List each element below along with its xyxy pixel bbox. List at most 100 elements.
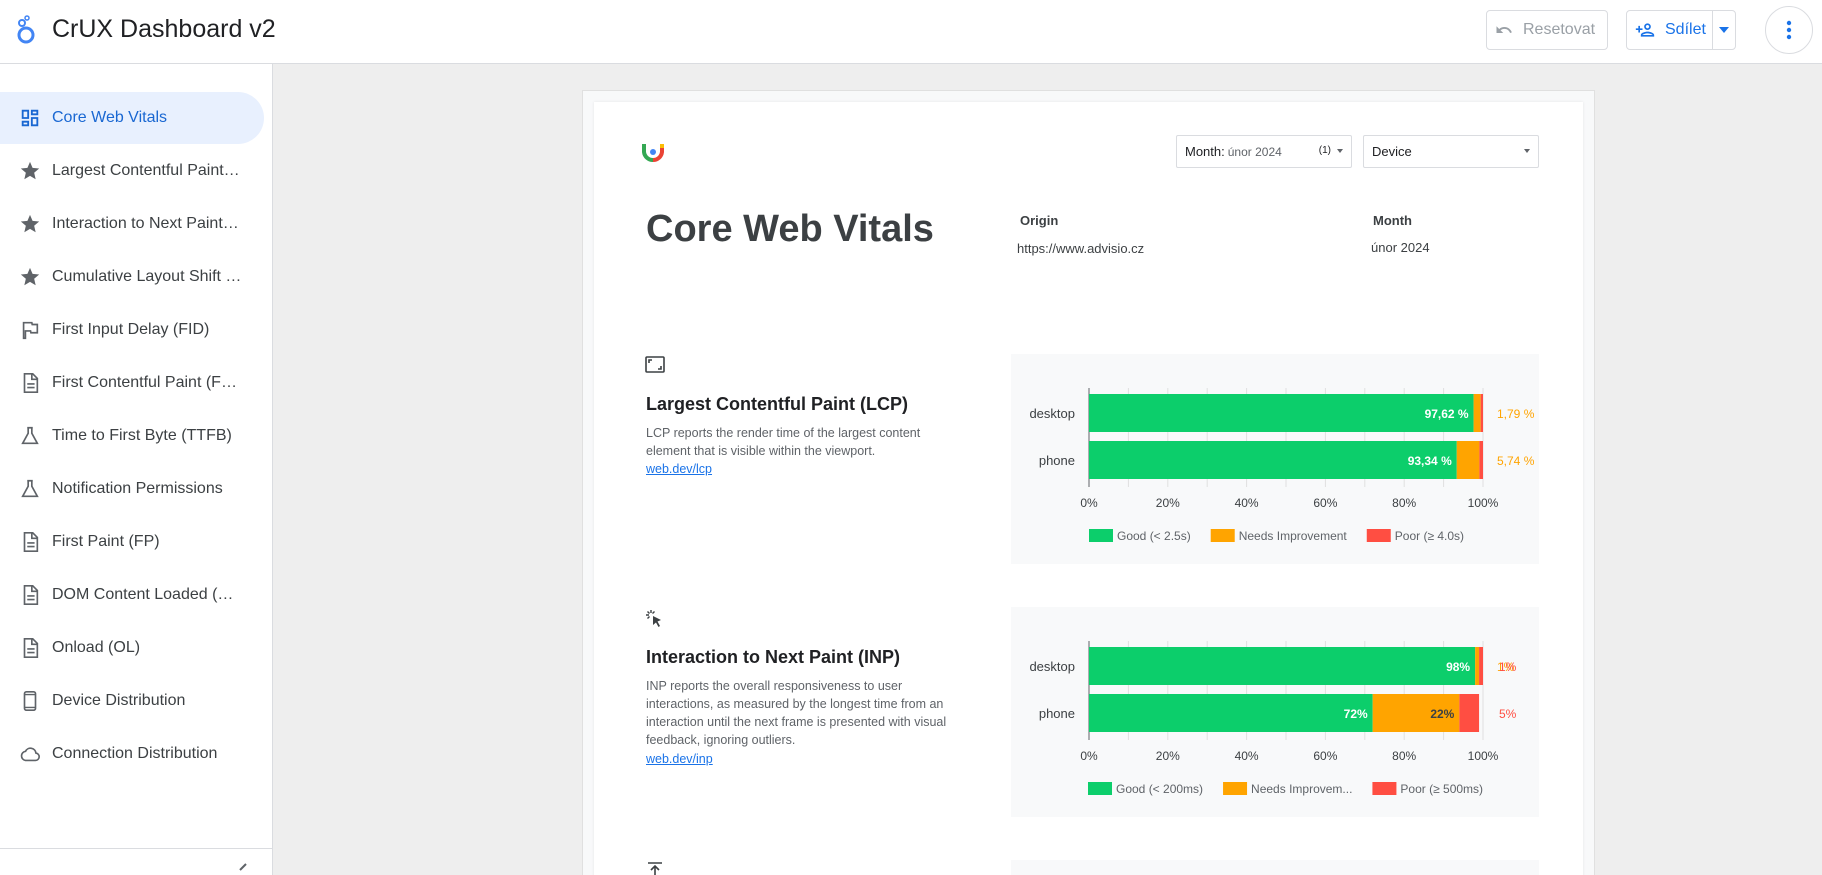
flask-icon xyxy=(18,424,42,448)
app-title: CrUX Dashboard v2 xyxy=(52,15,276,43)
bar-segment-good[interactable] xyxy=(1089,694,1373,732)
sidebar-item-label: First Paint (FP) xyxy=(52,533,160,550)
star-icon xyxy=(18,212,42,236)
x-tick-label: 100% xyxy=(1468,749,1499,763)
phone-icon xyxy=(18,689,42,713)
sidebar-item-label: Device Distribution xyxy=(52,692,186,709)
sidebar-item-interaction-to-next-paint-inp[interactable]: Interaction to Next Paint (INP) xyxy=(0,198,264,250)
bar-segment-needs-improvement[interactable] xyxy=(1473,394,1481,432)
x-tick-label: 60% xyxy=(1313,749,1337,763)
page-navigation-sidebar: Core Web Vitals Largest Contentful Paint … xyxy=(0,64,273,875)
bar-segment-poor[interactable] xyxy=(1459,694,1480,732)
category-label: phone xyxy=(1039,706,1075,721)
data-label: 1% xyxy=(1499,660,1517,674)
legend-swatch xyxy=(1210,529,1235,542)
sidebar-item-connection-distribution[interactable]: Connection Distribution xyxy=(0,728,264,780)
data-label: 98% xyxy=(1446,660,1470,674)
x-tick-label: 80% xyxy=(1392,749,1416,763)
sidebar-item-time-to-first-byte-ttfb[interactable]: Time to First Byte (TTFB) xyxy=(0,410,264,462)
lcp-doc-link[interactable]: web.dev/lcp xyxy=(646,462,712,476)
sidebar-item-largest-contentful-paint-lcp[interactable]: Largest Contentful Paint (LCP) xyxy=(0,145,264,197)
x-tick-label: 60% xyxy=(1313,496,1337,510)
reset-button[interactable]: Resetovat xyxy=(1486,10,1608,50)
bar-segment-poor[interactable] xyxy=(1479,647,1483,685)
sidebar-item-label: Notification Permissions xyxy=(52,480,223,497)
share-button[interactable]: Sdílet xyxy=(1627,11,1713,49)
vertical-align-top-icon xyxy=(648,862,662,875)
person-add-icon xyxy=(1635,23,1655,37)
sidebar-item-notification-permissions[interactable]: Notification Permissions xyxy=(0,463,264,515)
sidebar-divider xyxy=(0,848,272,849)
x-tick-label: 0% xyxy=(1080,749,1098,763)
sidebar-item-core-web-vitals[interactable]: Core Web Vitals xyxy=(0,92,264,144)
inp-doc-link[interactable]: web.dev/inp xyxy=(646,752,713,766)
legend-swatch xyxy=(1372,782,1397,795)
share-dropdown-button[interactable] xyxy=(1713,27,1735,33)
reset-button-label: Resetovat xyxy=(1523,21,1596,38)
x-tick-label: 40% xyxy=(1235,749,1259,763)
sidebar-item-first-paint-fp[interactable]: First Paint (FP) xyxy=(0,516,264,568)
origin-value: https://www.advisio.cz xyxy=(1017,241,1145,256)
sidebar-item-onload-ol[interactable]: Onload (OL) xyxy=(0,622,264,674)
cls-chart xyxy=(1011,860,1539,875)
click-icon xyxy=(646,610,661,627)
bar-segment-good[interactable] xyxy=(1089,647,1476,685)
sidebar-item-label: First Contentful Paint (FCP) xyxy=(52,374,242,391)
data-label: 72% xyxy=(1344,707,1368,721)
lcp-chart: desktop 97,62 % 1,79 % phone 93,34 % 5,74 % 0%… xyxy=(1011,354,1539,564)
bar-segment-poor[interactable] xyxy=(1479,441,1483,479)
month-filter-label: Month: xyxy=(1185,144,1225,159)
undo-icon xyxy=(1496,26,1512,33)
sidebar-item-dom-content-loaded-dcl[interactable]: DOM Content Loaded (DCL) xyxy=(0,569,264,621)
bar-segment-needs-improvement[interactable] xyxy=(1456,441,1480,479)
share-button-group: Sdílet xyxy=(1626,10,1736,50)
sidebar-item-label: Time to First Byte (TTFB) xyxy=(52,427,232,444)
legend-label: Poor (≥ 500ms) xyxy=(1400,782,1483,796)
x-tick-label: 100% xyxy=(1468,496,1499,510)
data-label: 5% xyxy=(1499,707,1517,721)
sidebar-item-label: DOM Content Loaded (DCL) xyxy=(52,586,242,603)
sidebar-item-label: Cumulative Layout Shift (CLS) xyxy=(52,268,242,285)
category-label: phone xyxy=(1039,453,1075,468)
inp-chart: desktop 98% 1% 1% phone 72% 22% 5% 0% 20% 40% 60% 80… xyxy=(1011,607,1539,817)
x-tick-label: 20% xyxy=(1156,749,1180,763)
report-page: Month: únor 2024 (1) Device Core Web Vit… xyxy=(594,102,1583,875)
fullscreen-icon xyxy=(645,356,665,373)
data-label: 22% xyxy=(1430,707,1454,721)
sidebar-item-label: Core Web Vitals xyxy=(52,109,168,126)
legend-swatch xyxy=(1223,782,1248,795)
sidebar-item-device-distribution[interactable]: Device Distribution xyxy=(0,675,264,727)
cloud-icon xyxy=(18,742,42,766)
bar-segment-good[interactable] xyxy=(1089,441,1457,479)
category-label: desktop xyxy=(1029,659,1075,674)
flask-icon xyxy=(18,477,42,501)
share-button-label: Sdílet xyxy=(1665,21,1706,38)
sidebar-item-first-input-delay-fid[interactable]: First Input Delay (FID) xyxy=(0,304,264,356)
sidebar-item-first-contentful-paint-fcp[interactable]: First Contentful Paint (FCP) xyxy=(0,357,264,409)
collapse-sidebar-icon[interactable] xyxy=(234,862,248,875)
sidebar-item-label: Connection Distribution xyxy=(52,745,218,762)
category-label: desktop xyxy=(1029,406,1075,421)
month-filter-dropdown[interactable]: Month: únor 2024 (1) xyxy=(1176,135,1352,168)
sidebar-item-label: Onload (OL) xyxy=(52,639,141,656)
bar-segment-needs-improvement[interactable] xyxy=(1475,647,1480,685)
more-options-button[interactable] xyxy=(1765,6,1813,54)
legend-swatch xyxy=(1088,782,1112,795)
legend-swatch xyxy=(1089,529,1113,542)
dashboard-icon xyxy=(18,106,42,130)
star-icon xyxy=(18,265,42,289)
bar-segment-poor[interactable] xyxy=(1480,394,1483,432)
inp-section-title: Interaction to Next Paint (INP) xyxy=(646,647,901,667)
bar-segment-good[interactable] xyxy=(1089,394,1474,432)
crux-logo-icon xyxy=(642,144,664,162)
month-value: únor 2024 xyxy=(1371,240,1430,255)
lcp-section-description: LCP reports the render time of the large… xyxy=(646,426,921,458)
device-filter-dropdown[interactable]: Device xyxy=(1363,135,1539,168)
document-icon xyxy=(18,530,42,554)
more-vert-icon xyxy=(1786,20,1792,40)
data-label: 1,79 % xyxy=(1497,407,1535,421)
sidebar-item-cumulative-layout-shift-cls[interactable]: Cumulative Layout Shift (CLS) xyxy=(0,251,264,303)
inp-stacked-bar-chart: desktop 98% 1%1%phone 72% 22% 5%0% 20% 40% 60% 80… xyxy=(1029,641,1517,796)
page-title: Core Web Vitals xyxy=(646,208,934,250)
chevron-down-icon xyxy=(1337,149,1343,153)
